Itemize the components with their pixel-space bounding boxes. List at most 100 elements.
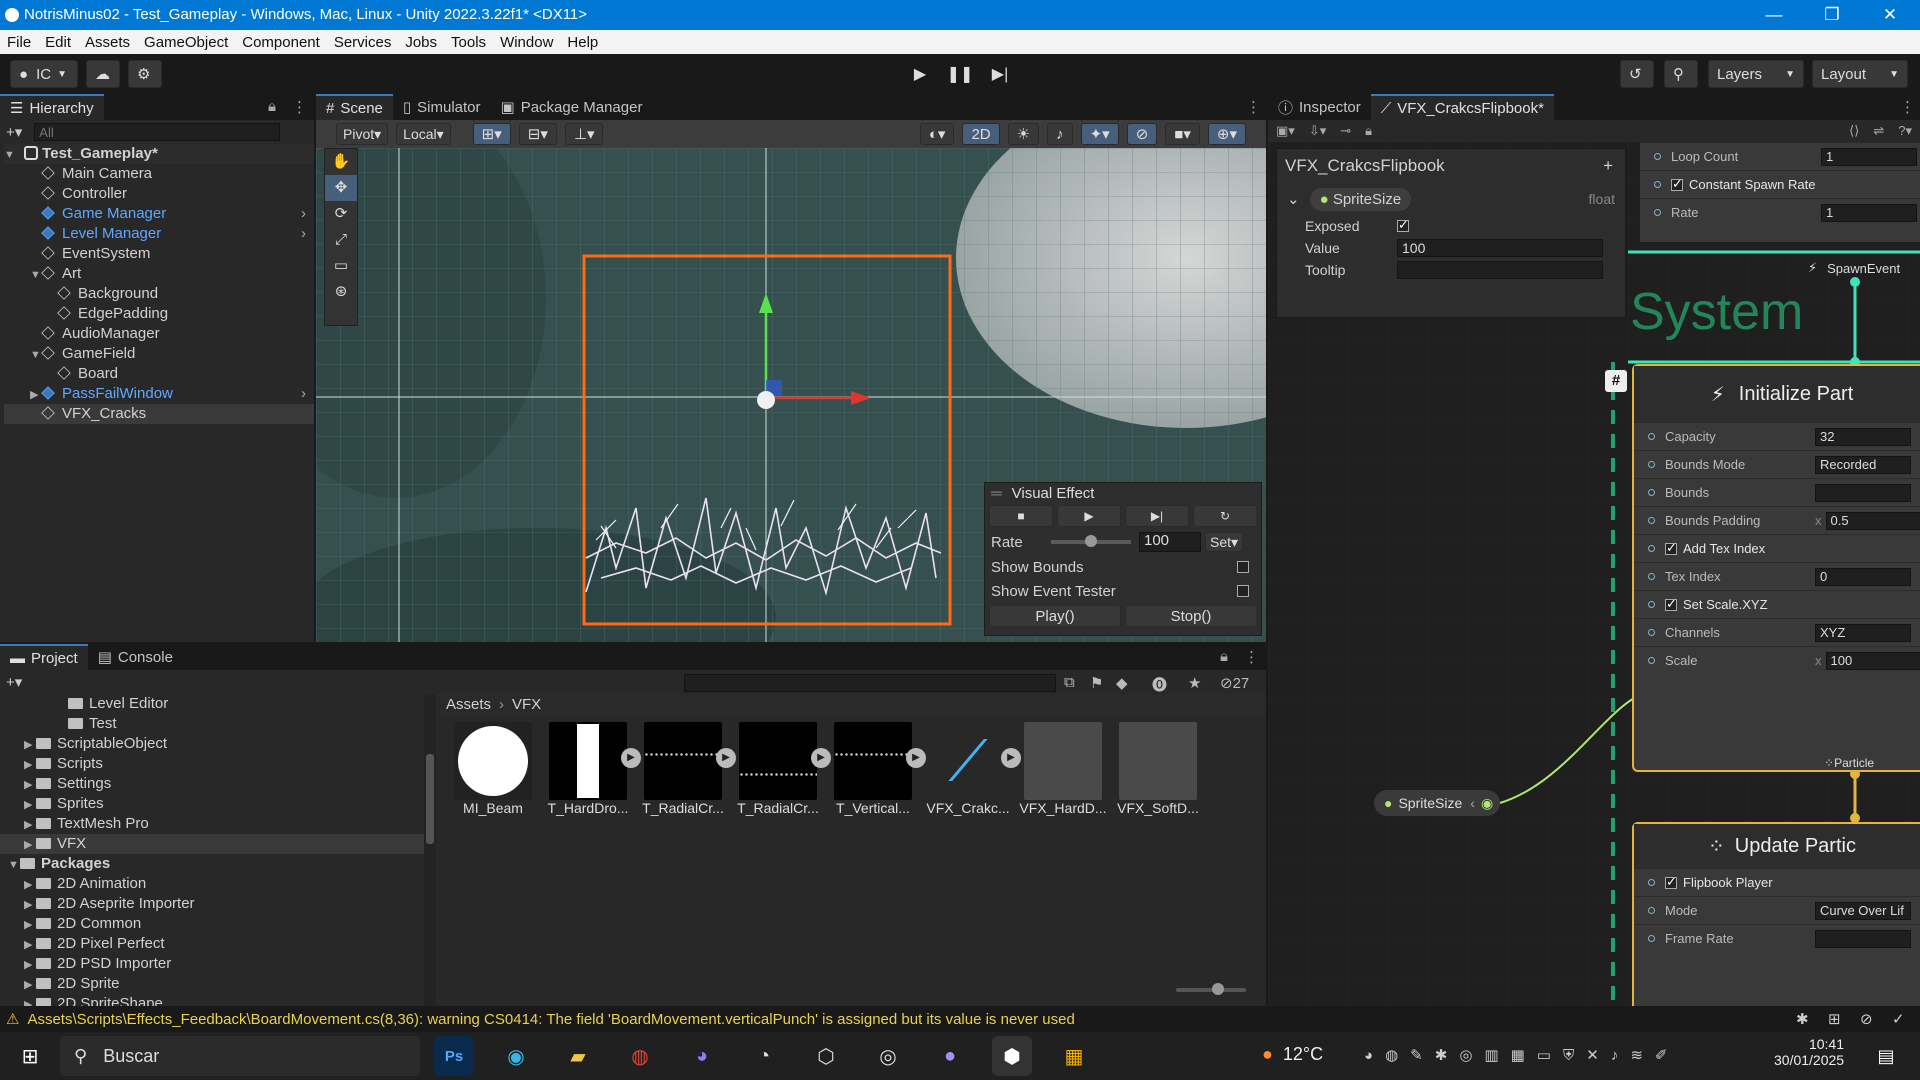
graph-row-value[interactable] xyxy=(1815,929,1911,948)
chevron-right-icon[interactable]: › xyxy=(301,204,306,224)
asset-item[interactable]: MI_Beam xyxy=(448,722,538,816)
hierarchy-item[interactable]: Game Manager › xyxy=(4,204,314,224)
link-icon[interactable]: ⊸ xyxy=(1340,123,1351,139)
graph-row-value[interactable]: 0 xyxy=(1815,567,1911,586)
lock-icon[interactable]: 🔒︎ xyxy=(1220,648,1228,665)
port-icon[interactable] xyxy=(1648,489,1655,496)
minimize-icon[interactable]: — xyxy=(1745,0,1803,30)
tab-simulator[interactable]: ▯ Simulator xyxy=(393,94,491,120)
collab-icon[interactable]: ⚙ xyxy=(128,60,162,88)
tray-steam-icon[interactable]: ◎ xyxy=(1459,1046,1472,1064)
chevron-right-icon[interactable]: ▶ xyxy=(24,995,36,1006)
merge-icon[interactable]: ⇌ xyxy=(1873,123,1884,139)
camera-icon[interactable]: ■▾ xyxy=(1165,123,1200,145)
chevron-right-icon[interactable]: ▶ xyxy=(24,895,36,915)
project-folder[interactable]: ▶ VFX xyxy=(0,834,424,854)
asset-item[interactable]: VFX_HardD... xyxy=(1018,722,1108,816)
rect-tool-icon[interactable]: ▭ xyxy=(325,253,357,279)
audio-icon[interactable]: ♪ xyxy=(1047,123,1073,145)
search-by-type-icon[interactable]: ⧉ xyxy=(1064,674,1075,691)
graph-row-value[interactable]: Curve Over Lif xyxy=(1815,901,1911,920)
hierarchy-item[interactable]: VFX_Cracks xyxy=(4,404,314,424)
port-icon[interactable] xyxy=(1648,935,1655,942)
chevron-right-icon[interactable]: ▶ xyxy=(24,795,36,815)
add-icon[interactable]: +▾ xyxy=(6,673,22,691)
local-dropdown[interactable]: Local ▾ xyxy=(396,123,451,145)
hash-icon[interactable]: # xyxy=(1605,370,1627,392)
graph-row[interactable]: Channels XYZ xyxy=(1634,618,1920,646)
set-dropdown[interactable]: Set ▾ xyxy=(1205,532,1244,552)
vfx-play-icon[interactable]: ▶ xyxy=(1057,505,1121,527)
graph-row[interactable]: Flipbook Player xyxy=(1634,868,1920,896)
graph-row[interactable]: Loop Count 1 xyxy=(1640,142,1920,170)
value-input[interactable]: 100 xyxy=(1397,239,1603,257)
package-folder[interactable]: ▶ 2D Sprite xyxy=(0,974,424,994)
project-folder[interactable]: Level Editor xyxy=(0,694,424,714)
project-folder[interactable]: Test xyxy=(0,714,424,734)
port-icon[interactable] xyxy=(1648,433,1655,440)
hierarchy-item[interactable]: EventSystem xyxy=(4,244,314,264)
port-icon[interactable] xyxy=(1654,209,1661,216)
graph-row[interactable]: Bounds Padding x 0.5 xyxy=(1634,506,1920,534)
network-icon[interactable]: ⊞ xyxy=(1828,1010,1841,1028)
graph-row[interactable]: Rate 1 xyxy=(1640,198,1920,226)
clock[interactable]: 10:41 30/01/2025 xyxy=(1774,1036,1844,1068)
chevron-down-icon[interactable]: ▼ xyxy=(30,345,42,365)
hierarchy-item[interactable]: ▼ Art xyxy=(4,264,314,284)
code-icon[interactable]: ⟨⟩ xyxy=(1849,123,1859,139)
hidden-count-icon[interactable]: ⊘27 xyxy=(1220,674,1249,692)
weather-widget[interactable]: ● 12°C xyxy=(1262,1044,1323,1065)
pivot-dropdown[interactable]: Pivot ▾ xyxy=(336,123,389,145)
show-bounds-checkbox[interactable] xyxy=(1237,561,1249,573)
add-property-icon[interactable]: + xyxy=(1603,156,1613,176)
chevron-right-icon[interactable]: › xyxy=(301,224,306,244)
project-folder[interactable]: ▶ ScriptableObject xyxy=(0,734,424,754)
port-icon[interactable] xyxy=(1648,573,1655,580)
pause-icon[interactable]: ❚❚ xyxy=(943,60,977,88)
warning-filter-icon[interactable]: ⓿ xyxy=(1152,674,1167,695)
hierarchy-item[interactable]: AudioManager xyxy=(4,324,314,344)
more-icon[interactable]: ⋮ xyxy=(1900,98,1915,116)
vfx-restart-icon[interactable]: ↻ xyxy=(1193,505,1257,527)
stop-event-button[interactable]: Stop() xyxy=(1125,605,1257,627)
menu-tools[interactable]: Tools xyxy=(451,34,486,51)
add-icon[interactable]: +▾ xyxy=(6,123,22,141)
tray-mute-icon[interactable]: ✕ xyxy=(1586,1046,1599,1064)
github-icon[interactable]: ● xyxy=(930,1036,970,1076)
asset-item[interactable]: T_RadialCr... ▶ xyxy=(638,722,736,816)
menu-services[interactable]: Services xyxy=(334,34,392,51)
hierarchy-item[interactable]: Board xyxy=(4,364,314,384)
asset-item[interactable]: VFX_SoftD... xyxy=(1113,722,1203,816)
menu-file[interactable]: File xyxy=(7,34,31,51)
grid-snap-icon[interactable]: ⊞▾ xyxy=(472,123,511,145)
tab-inspector[interactable]: ⓘ Inspector xyxy=(1268,94,1371,120)
graph-row[interactable]: Bounds xyxy=(1634,478,1920,506)
chevron-right-icon[interactable]: ▶ xyxy=(24,955,36,975)
check-icon[interactable]: ✓ xyxy=(1892,1010,1905,1028)
save-icon[interactable]: ▣▾ xyxy=(1276,123,1295,139)
port-icon[interactable] xyxy=(1648,545,1655,552)
graph-row[interactable]: Tex Index 0 xyxy=(1634,562,1920,590)
tab-project[interactable]: ▬ Project xyxy=(0,644,88,670)
hierarchy-search-input[interactable] xyxy=(34,123,281,141)
vfx-step-icon[interactable]: ▶| xyxy=(1125,505,1189,527)
packages-folder[interactable]: ▼ Packages xyxy=(0,854,424,874)
block-enabled-checkbox[interactable] xyxy=(1665,874,1677,890)
update-context[interactable]: ⁘ Update Partic Flipbook Player Mode Curve … xyxy=(1632,822,1920,1006)
show-event-tester-checkbox[interactable] xyxy=(1237,585,1249,597)
history-icon[interactable]: ↺ xyxy=(1620,60,1654,88)
port-icon[interactable] xyxy=(1654,181,1661,188)
status-bar[interactable]: ⚠ Assets\Scripts\Effects_Feedback\BoardM… xyxy=(0,1006,1920,1032)
cloud-icon[interactable]: ☁ xyxy=(86,60,120,88)
chevron-right-icon[interactable]: ▶ xyxy=(24,975,36,995)
menu-gameobject[interactable]: GameObject xyxy=(144,34,228,51)
port-icon[interactable] xyxy=(1654,153,1661,160)
asset-item[interactable]: ⟋ VFX_Crakc... ▶ xyxy=(923,722,1021,816)
transform-tool-icon[interactable]: ⊛ xyxy=(325,279,357,305)
taskbar-search[interactable]: ⚲ Buscar xyxy=(60,1036,420,1076)
graph-row-value[interactable]: 32 xyxy=(1815,427,1911,446)
favorite-star-icon[interactable]: ★ xyxy=(1188,674,1201,692)
help-icon[interactable]: ?▾ xyxy=(1898,123,1912,139)
graph-row[interactable]: Mode Curve Over Lif xyxy=(1634,896,1920,924)
graph-row-value[interactable]: Recorded xyxy=(1815,455,1911,474)
